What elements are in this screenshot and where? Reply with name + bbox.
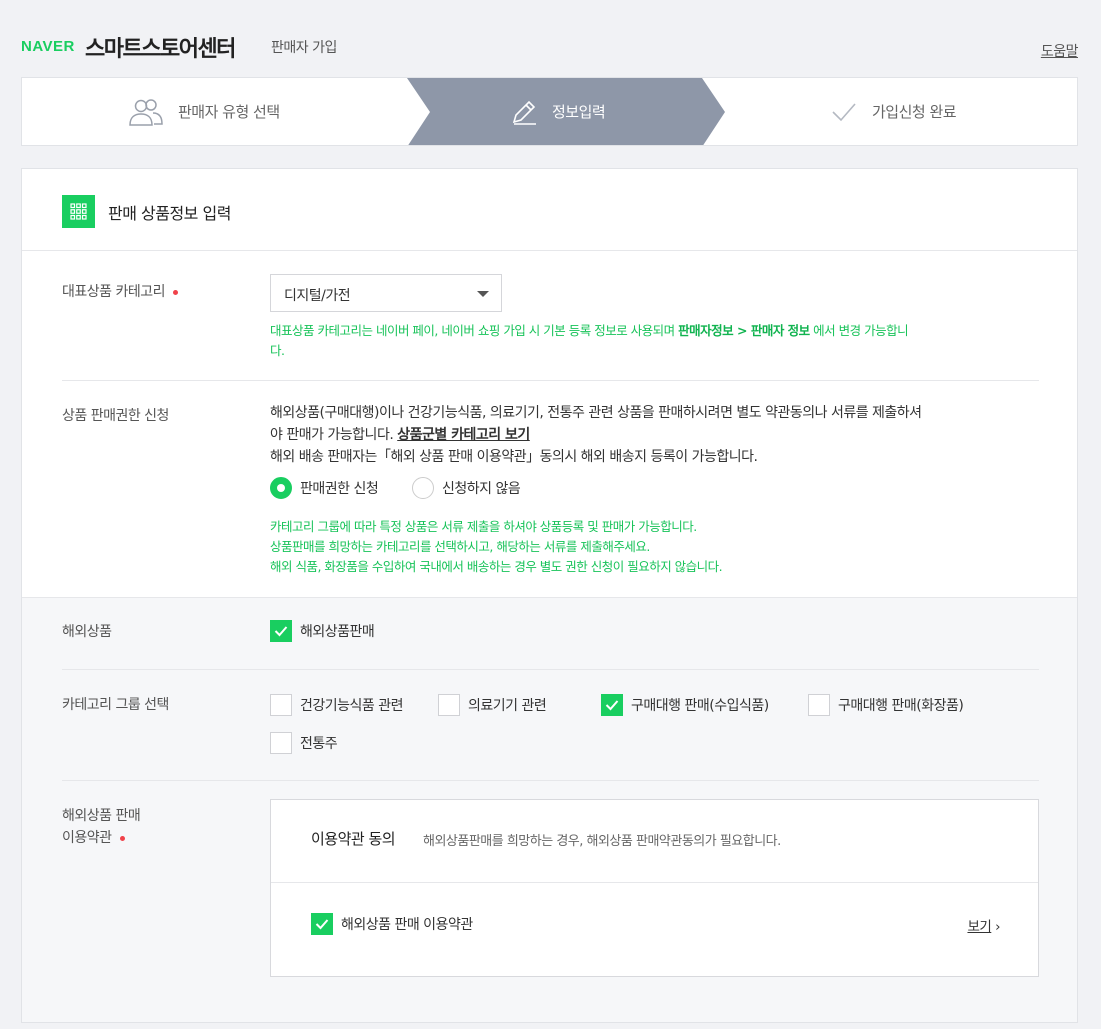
terms-label-line1: 해외상품 판매 [62, 808, 141, 824]
category-select-value: 디지털/가전 [284, 288, 351, 304]
category-note-path: 판매자정보 > 판매자 정보 [678, 323, 810, 338]
checkbox-label: 건강기능식품 관련 [300, 698, 404, 714]
check-icon [830, 100, 858, 124]
step-label: 가입신청 완료 [872, 103, 957, 121]
category-note-text: 대표상품 카테고리는 네이버 페이, 네이버 쇼핑 가입 시 기본 등록 정보로… [270, 323, 679, 338]
radio-apply-label: 판매권한 신청 [300, 481, 379, 497]
overseas-sale-checkbox[interactable]: 해외상품판매 [270, 620, 375, 642]
checkbox-medical-device[interactable]: 의료기기 관련 [438, 694, 547, 716]
product-info-card: 판매 상품정보 입력 대표상품 카테고리 디지털/가전 대표상품 카테고리는 네… [21, 168, 1078, 1023]
required-dot [173, 289, 178, 295]
terms-title: 이용약관 동의 [311, 830, 396, 848]
checkbox-checked[interactable] [601, 694, 623, 716]
step-complete: 가입신청 완료 [830, 78, 957, 145]
checkbox-unchecked[interactable] [270, 694, 292, 716]
radio-unselected[interactable] [412, 477, 434, 499]
overseas-sale-label: 해외상품판매 [300, 624, 375, 640]
checkbox-unchecked[interactable] [808, 694, 830, 716]
radio-no-permission[interactable]: 신청하지 않음 [412, 477, 521, 499]
radio-none-label: 신청하지 않음 [442, 481, 521, 497]
checkbox-label: 의료기기 관련 [468, 698, 547, 714]
grid-icon [62, 195, 95, 228]
checkbox-checked[interactable] [270, 620, 292, 642]
radio-apply-permission[interactable]: 판매권한 신청 [270, 477, 379, 499]
terms-box: 이용약관 동의 해외상품판매를 희망하는 경우, 해외상품 판매약관동의가 필요… [270, 799, 1039, 977]
category-select[interactable]: 디지털/가전 [270, 274, 502, 312]
checkbox-label: 구매대행 판매(수입식품) [631, 698, 769, 714]
help-link[interactable]: 도움말 [1041, 41, 1079, 61]
radio-selected[interactable] [270, 477, 292, 499]
check-icon [605, 700, 619, 711]
permission-description: 해외상품(구매대행)이나 건강기능식품, 의료기기, 전통주 관련 상품을 판매… [270, 402, 1050, 468]
terms-agree-checkbox[interactable]: 해외상품 판매 이용약관 [311, 913, 473, 935]
permission-text-line1: 해외상품(구매대행)이나 건강기능식품, 의료기기, 전통주 관련 상품을 판매… [270, 405, 922, 421]
overseas-label: 해외상품 [62, 624, 112, 640]
view-link-text: 보기 [967, 919, 992, 935]
step-label: 판매자 유형 선택 [178, 103, 280, 121]
site-title[interactable]: 스마트스토어센터 [85, 31, 236, 63]
checkbox-label: 구매대행 판매(화장품) [838, 698, 964, 714]
pencil-icon [510, 98, 538, 126]
checkbox-label: 전통주 [300, 736, 338, 752]
permission-note: 상품판매를 희망하는 카테고리를 선택하시고, 해당하는 서류를 제출해주세요. [270, 539, 650, 554]
permission-text-line3: 해외 배송 판매자는「해외 상품 판매 이용약관」동의시 해외 배송지 등록이 … [270, 449, 758, 465]
caret-down-icon [477, 291, 489, 297]
users-icon [128, 97, 164, 127]
section-title: 판매 상품정보 입력 [108, 204, 231, 223]
check-icon [274, 626, 288, 637]
checkbox-traditional-liquor[interactable]: 전통주 [270, 732, 338, 754]
checkbox-unchecked[interactable] [270, 732, 292, 754]
checkbox-import-food[interactable]: 구매대행 판매(수입식품) [601, 694, 769, 716]
category-note-text-end: 에서 변경 가능합니 [809, 323, 909, 338]
terms-view-link[interactable]: 보기 › [967, 915, 1000, 935]
checkbox-unchecked[interactable] [438, 694, 460, 716]
naver-logo[interactable]: NAVER [21, 38, 75, 55]
category-note-wrap: 다. [270, 343, 285, 358]
permission-notes: 카테고리 그룹에 따라 특정 상품은 서류 제출을 하셔야 상품등록 및 판매가… [270, 517, 1050, 577]
required-dot [119, 835, 125, 841]
terms-label: 해외상품 판매 이용약관 [62, 805, 141, 849]
category-label-text: 대표상품 카테고리 [62, 284, 166, 300]
divider [62, 780, 1039, 781]
category-label: 대표상품 카테고리 [62, 281, 178, 303]
checkbox-import-cosmetics[interactable]: 구매대행 판매(화장품) [808, 694, 964, 716]
divider [62, 380, 1039, 381]
check-icon [315, 919, 329, 930]
terms-label-line2: 이용약관 [62, 830, 112, 846]
terms-description: 해외상품판매를 희망하는 경우, 해외상품 판매약관동의가 필요합니다. [423, 834, 781, 849]
terms-header: 이용약관 동의 해외상품판매를 희망하는 경우, 해외상품 판매약관동의가 필요… [271, 800, 1038, 883]
permission-note: 카테고리 그룹에 따라 특정 상품은 서류 제출을 하셔야 상품등록 및 판매가… [270, 519, 697, 534]
category-note: 대표상품 카테고리는 네이버 페이, 네이버 쇼핑 가입 시 기본 등록 정보로… [270, 321, 1050, 361]
checkbox-health-food[interactable]: 건강기능식품 관련 [270, 694, 404, 716]
permission-note: 해외 식품, 화장품을 수입하여 국내에서 배송하는 경우 별도 권한 신청이 … [270, 559, 723, 574]
category-group-view-link[interactable]: 상품군별 카테고리 보기 [397, 427, 530, 443]
step-info-input: 정보입력 [510, 78, 606, 145]
permission-label: 상품 판매권한 신청 [62, 408, 169, 424]
page-header: NAVER 스마트스토어센터 판매자 가입 도움말 [21, 30, 1079, 63]
step-indicator: 판매자 유형 선택 정보입력 가입신청 완료 [21, 77, 1078, 146]
category-group-label: 카테고리 그룹 선택 [62, 697, 169, 713]
card-header: 판매 상품정보 입력 [22, 169, 1077, 251]
permission-text-line2: 야 판매가 가능합니다. [270, 427, 398, 443]
step-seller-type: 판매자 유형 선택 [128, 78, 280, 145]
checkbox-checked[interactable] [311, 913, 333, 935]
terms-item-label: 해외상품 판매 이용약관 [341, 917, 473, 933]
step-label: 정보입력 [552, 103, 606, 121]
chevron-right-icon: › [995, 919, 1000, 935]
divider [62, 669, 1039, 670]
site-subtitle: 판매자 가입 [271, 40, 337, 56]
